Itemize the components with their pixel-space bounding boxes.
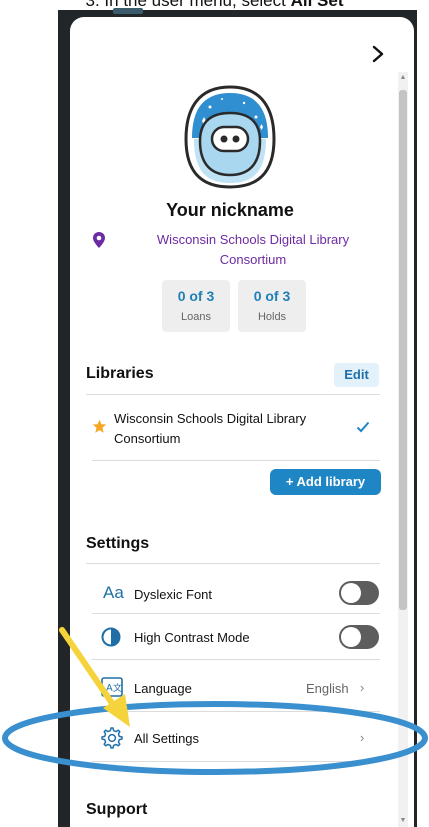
- libraries-heading: Libraries: [86, 365, 154, 382]
- divider: [92, 613, 380, 614]
- frame-tab: [113, 8, 143, 14]
- scrollbar[interactable]: ▲ ▼: [398, 72, 408, 827]
- dyslexic-font-label: Dyslexic Font: [134, 587, 213, 602]
- divider: [92, 761, 380, 762]
- loans-value: 0 of 3: [177, 288, 215, 304]
- support-heading: Support: [86, 801, 148, 818]
- add-library-button[interactable]: + Add library: [270, 469, 381, 495]
- contrast-icon: [101, 627, 121, 647]
- gear-icon: [101, 727, 123, 749]
- chevron-right-icon[interactable]: [368, 41, 388, 67]
- all-settings-label[interactable]: All Settings: [134, 731, 199, 746]
- divider: [86, 394, 380, 395]
- language-value[interactable]: English: [306, 681, 349, 696]
- caption-step: 3.: [85, 0, 105, 10]
- home-library-link[interactable]: Wisconsin Schools Digital Library Consor…: [128, 230, 378, 270]
- library-list-item[interactable]: Wisconsin Schools Digital Library Consor…: [114, 409, 334, 449]
- edit-libraries-button[interactable]: Edit: [334, 363, 379, 387]
- settings-heading: Settings: [86, 535, 150, 552]
- scroll-up-arrow-icon[interactable]: ▲: [399, 74, 407, 82]
- location-pin-icon: [93, 232, 105, 248]
- holds-label: Holds: [257, 311, 287, 323]
- holds-value: 0 of 3: [253, 288, 291, 304]
- user-menu-panel: ▲ ▼ Your nickname Wisconsin Schools Digi…: [70, 17, 414, 827]
- chevron-right-icon[interactable]: ›: [360, 730, 364, 745]
- divider: [92, 711, 380, 712]
- loans-stat[interactable]: 0 of 3 Loans: [162, 280, 230, 332]
- chevron-right-icon[interactable]: ›: [360, 680, 364, 695]
- svg-text:A: A: [106, 683, 113, 694]
- toggle-knob: [341, 583, 361, 603]
- dyslexic-font-toggle[interactable]: [339, 581, 379, 605]
- toggle-knob: [341, 627, 361, 647]
- divider: [86, 563, 380, 564]
- star-icon: [92, 419, 107, 433]
- font-icon: Aa: [103, 583, 124, 602]
- caption-bold: All Set: [290, 0, 344, 10]
- language-icon: A 文: [101, 677, 123, 697]
- scroll-down-arrow-icon[interactable]: ▼: [399, 817, 407, 825]
- divider: [92, 659, 380, 660]
- high-contrast-toggle[interactable]: [339, 625, 379, 649]
- loans-label: Loans: [181, 311, 211, 323]
- checkmark-icon: [356, 421, 370, 433]
- nickname[interactable]: Your nickname: [70, 200, 390, 221]
- high-contrast-label: High Contrast Mode: [134, 630, 250, 645]
- avatar[interactable]: [180, 83, 280, 189]
- svg-text:文: 文: [113, 682, 122, 693]
- holds-stat[interactable]: 0 of 3 Holds: [238, 280, 306, 332]
- divider: [92, 460, 380, 461]
- scroll-thumb[interactable]: [399, 90, 407, 610]
- language-label: Language: [134, 681, 192, 696]
